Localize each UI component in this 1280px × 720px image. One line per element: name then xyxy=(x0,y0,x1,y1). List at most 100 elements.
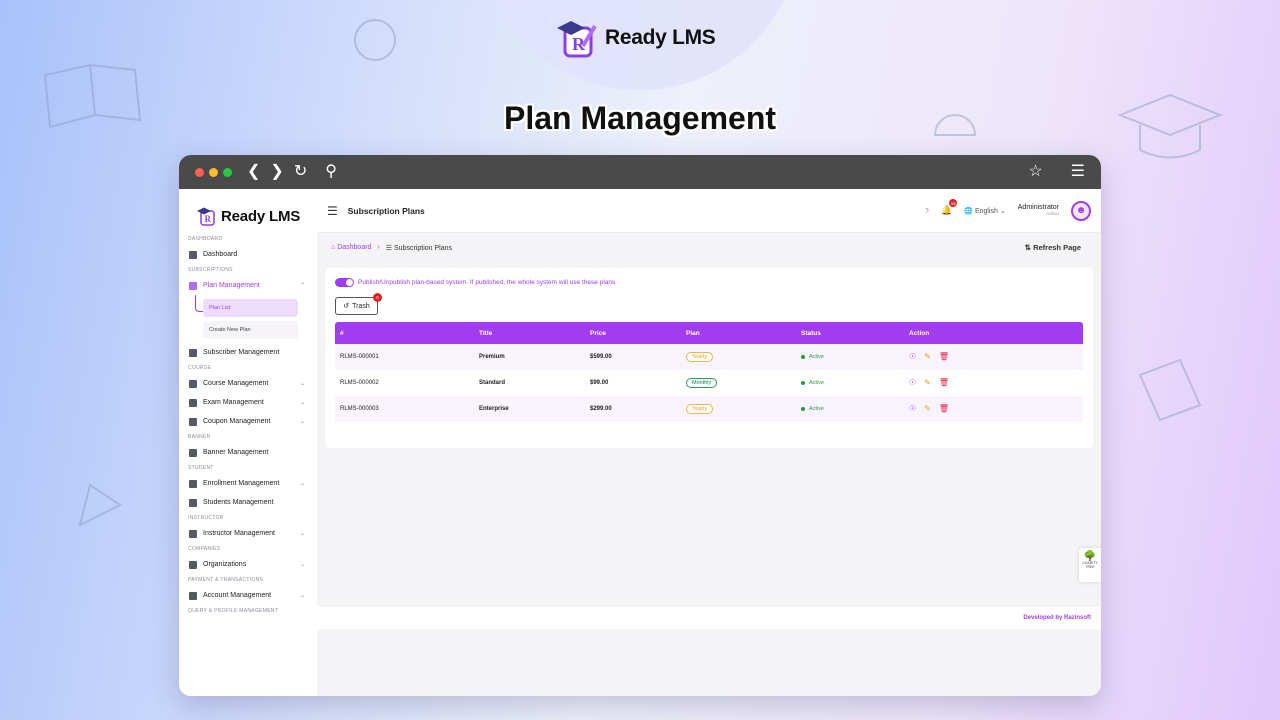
charity-tree-widget[interactable]: 🌳 CHARITY TREE xyxy=(1079,548,1101,582)
sidebar-item-enrollment-management[interactable]: Enrollment Management ⌄ xyxy=(179,474,317,493)
plan-title: Standard xyxy=(479,380,506,386)
plan-type-badge: Yearly xyxy=(686,404,714,414)
status-badge: Active xyxy=(801,354,905,360)
dark-mode-icon[interactable]: ☽ xyxy=(923,207,929,215)
plan-submenu: Plan List Create New Plan xyxy=(179,295,317,339)
sidebar-item-label: Organizations xyxy=(203,561,247,568)
ready-lms-logo-icon: R xyxy=(557,21,597,58)
refresh-page-button[interactable]: ⇅ Refresh Page xyxy=(1025,243,1081,252)
footer-credit[interactable]: Developed by Razinsoft xyxy=(1023,615,1091,621)
course-icon xyxy=(189,379,197,388)
hamburger-icon[interactable]: ☰ xyxy=(327,204,338,218)
crown-icon xyxy=(189,281,197,290)
section-instructor: INSTRUCTOR xyxy=(188,515,224,521)
breadcrumb-home-label: Dashboard xyxy=(337,244,372,251)
plan-price: $99.00 xyxy=(590,380,609,386)
edit-icon[interactable]: ✎ xyxy=(924,353,931,361)
delete-icon[interactable]: 🗑 xyxy=(939,405,949,413)
section-banner: BANNER xyxy=(188,434,211,440)
topbar: ☰ Subscription Plans ☽ 🔔 15 🌐 English ⌄ … xyxy=(317,189,1101,233)
breadcrumb-separator-icon: › xyxy=(377,244,380,251)
forward-icon[interactable]: ❯ xyxy=(270,164,283,180)
view-icon[interactable]: ☉ xyxy=(909,353,916,361)
chevron-down-icon: ⌄ xyxy=(299,593,305,599)
sidebar-item-label: Enrollment Management xyxy=(203,480,280,487)
sidebar-item-dashboard[interactable]: Dashboard xyxy=(179,245,317,264)
search-icon[interactable]: ⚲ xyxy=(325,164,337,180)
enrollment-icon xyxy=(189,479,197,488)
sidebar-item-organizations[interactable]: Organizations ⌄ xyxy=(179,555,317,574)
plan-title: Premium xyxy=(479,354,505,360)
app-container: R Ready LMS DASHBOARD Dashboard SUBSCRIP… xyxy=(179,189,1101,696)
language-select[interactable]: 🌐 English ⌄ xyxy=(964,207,1005,215)
language-label: English xyxy=(974,207,998,215)
table-row: RLMS-000002 Standard $99.00 Monthly Acti… xyxy=(335,370,1083,396)
sidebar-item-exam-management[interactable]: Exam Management ⌄ xyxy=(179,393,317,412)
breadcrumb-current: ☰ Subscription Plans xyxy=(386,244,452,252)
notification-button[interactable]: 🔔 15 xyxy=(941,199,958,216)
refresh-icon: ⇅ xyxy=(1024,243,1031,252)
chevron-down-icon: ⌄ xyxy=(299,419,305,425)
sidebar-item-label: Coupon Management xyxy=(203,418,271,425)
sidebar-item-plan-management[interactable]: Plan Management ⌃ xyxy=(179,276,317,295)
edit-icon[interactable]: ✎ xyxy=(924,405,931,413)
pencil-doodle-icon xyxy=(78,483,122,527)
sidebar-item-account-management[interactable]: Account Management ⌄ xyxy=(179,586,317,605)
palette-doodle-icon xyxy=(354,19,396,61)
section-query: QUERY & PROFILE MANAGEMENT xyxy=(188,608,279,614)
sidebar-item-label: Course Management xyxy=(203,380,269,387)
edit-icon[interactable]: ✎ xyxy=(924,379,931,387)
sidebar-logo[interactable]: R Ready LMS xyxy=(179,189,317,233)
chevron-down-icon: ⌄ xyxy=(999,207,1006,215)
account-icon xyxy=(189,591,197,600)
publish-toggle[interactable] xyxy=(335,278,354,287)
maximize-dot[interactable] xyxy=(223,167,232,177)
trash-button[interactable]: ↺ Trash 0 xyxy=(335,293,382,315)
sidebar-item-coupon-management[interactable]: Coupon Management ⌄ xyxy=(179,412,317,431)
organization-icon xyxy=(189,560,197,569)
status-badge: Active xyxy=(801,406,905,412)
menu-icon[interactable]: ☰ xyxy=(1071,164,1085,180)
section-student: STUDENT xyxy=(188,465,214,471)
footer: Developed by Razinsoft xyxy=(317,607,1101,629)
section-dashboard: DASHBOARD xyxy=(188,236,223,242)
trash-label: Trash xyxy=(352,302,370,310)
sidebar-item-banner-management[interactable]: Banner Management xyxy=(179,443,317,462)
plan-type-badge: Yearly xyxy=(686,352,714,362)
minimize-dot[interactable] xyxy=(209,167,218,177)
back-icon[interactable]: ❮ xyxy=(247,164,260,180)
students-icon xyxy=(189,498,197,507)
table-row: RLMS-000001 Premium $599.00 Yearly Activ… xyxy=(335,344,1083,370)
sidebar-item-label: Plan Management xyxy=(203,282,260,289)
user-menu[interactable]: Administrator Admin xyxy=(1018,204,1059,217)
sidebar-item-students-management[interactable]: Students Management xyxy=(179,493,317,512)
sidebar-item-label: Dashboard xyxy=(203,251,238,258)
delete-icon[interactable]: 🗑 xyxy=(939,353,949,361)
sidebar-item-subscriber-management[interactable]: Subscriber Management xyxy=(179,343,317,362)
charity-label-2: TREE xyxy=(1085,564,1095,569)
plan-price: $599.00 xyxy=(590,354,612,360)
user-role: Admin xyxy=(1046,210,1059,216)
avatar[interactable]: ☻ xyxy=(1071,200,1091,221)
sidebar-item-course-management[interactable]: Course Management ⌄ xyxy=(179,374,317,393)
sidebar-subitem-create-new-plan[interactable]: Create New Plan xyxy=(203,321,298,339)
column-header: Status xyxy=(801,329,821,337)
reload-icon[interactable]: ↻ xyxy=(294,164,307,180)
close-dot[interactable] xyxy=(195,167,204,177)
view-icon[interactable]: ☉ xyxy=(909,405,916,413)
sidebar-subitem-plan-list[interactable]: Plan List xyxy=(203,299,298,317)
sidebar: R Ready LMS DASHBOARD Dashboard SUBSCRIP… xyxy=(179,189,317,696)
browser-toolbar: ❮ ❯ ↻ ⚲ ☆ ☰ xyxy=(179,155,1101,189)
column-header: Price xyxy=(590,329,606,337)
sidebar-item-instructor-management[interactable]: Instructor Management ⌄ xyxy=(179,524,317,543)
delete-icon[interactable]: 🗑 xyxy=(939,379,949,387)
dashboard-icon xyxy=(189,250,197,259)
trash-count-badge: 0 xyxy=(373,293,382,302)
column-header: # xyxy=(340,329,344,337)
star-icon[interactable]: ☆ xyxy=(1028,164,1042,180)
chevron-down-icon: ⌄ xyxy=(299,531,305,537)
main-content: ☰ Subscription Plans ☽ 🔔 15 🌐 English ⌄ … xyxy=(317,189,1101,696)
translate-icon: 🌐 xyxy=(964,207,974,215)
breadcrumb-home[interactable]: ⌂ Dashboard xyxy=(331,244,371,251)
view-icon[interactable]: ☉ xyxy=(909,379,916,387)
